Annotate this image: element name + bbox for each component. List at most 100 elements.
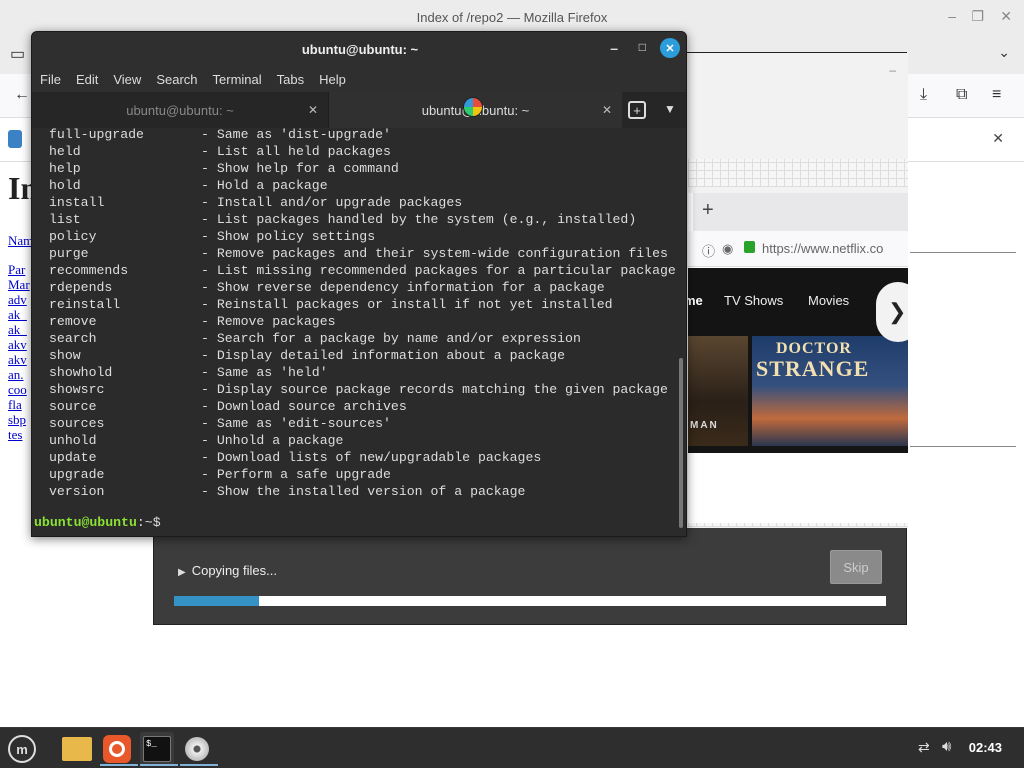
minimize-icon[interactable]: – — [948, 8, 956, 24]
file-link[interactable]: coo — [8, 382, 27, 398]
taskbar: m $_ ⇄ 🔊︎ 02:43 — [0, 727, 1024, 768]
command-name: upgrade — [49, 467, 105, 482]
command-row: show - Display detailed information about… — [49, 347, 565, 364]
menu-button[interactable]: m — [5, 732, 39, 766]
file-link[interactable]: tes — [8, 427, 22, 443]
command-name: recommends — [49, 263, 129, 278]
menu-view[interactable]: View — [113, 72, 141, 87]
terminal-launcher[interactable]: $_ — [140, 732, 178, 766]
file-link[interactable]: ak_ — [8, 307, 27, 323]
file-link[interactable]: fla — [8, 397, 22, 413]
command-name: reinstall — [49, 297, 121, 312]
netflix-page: me TV Shows Movies MAN DOCTOR STRANGE ❯ — [688, 268, 908, 453]
file-link[interactable]: Par — [8, 262, 25, 278]
command-description: - Same as 'edit-sources' — [201, 416, 391, 431]
minimize-icon[interactable]: – — [889, 63, 896, 77]
poster-doctor-strange[interactable]: DOCTOR STRANGE — [752, 336, 908, 446]
terminal-tab-1[interactable]: ubuntu@ubuntu: ~ ✕ — [32, 92, 328, 128]
command-description: - Reinstall packages or install if not y… — [201, 297, 613, 312]
file-link[interactable]: ak_ — [8, 322, 27, 338]
menu-terminal[interactable]: Terminal — [213, 72, 262, 87]
command-description: - Perform a safe upgrade — [201, 467, 391, 482]
close-icon[interactable]: ✕ — [308, 103, 318, 117]
command-description: - Remove packages — [201, 314, 336, 329]
command-name: source — [49, 399, 97, 414]
command-row: reinstall - Reinstall packages or install… — [49, 296, 613, 313]
maximize-icon[interactable]: ❐ — [971, 8, 984, 25]
menu-edit[interactable]: Edit — [76, 72, 98, 87]
menu-search[interactable]: Search — [156, 72, 197, 87]
maximize-icon[interactable]: □ — [639, 40, 646, 54]
clock[interactable]: 02:43 — [969, 740, 1002, 755]
poster-left[interactable]: MAN — [688, 336, 748, 446]
menu-file[interactable]: File — [40, 72, 61, 87]
tab-label: ubuntu@ubuntu: ~ — [126, 102, 234, 118]
terminal-tabbar: ubuntu@ubuntu: ~ ✕ ubuntu@ubuntu: ~ ✕ + … — [32, 92, 686, 128]
installer-launcher[interactable] — [180, 732, 218, 766]
folder-icon — [62, 737, 92, 761]
download-icon[interactable]: ⤓ — [920, 86, 927, 104]
nav-movies[interactable]: Movies — [808, 293, 849, 308]
command-row: upgrade - Perform a safe upgrade — [49, 466, 391, 483]
extensions-icon[interactable]: ⧉ — [956, 86, 967, 104]
firefox-window-title: Index of /repo2 — Mozilla Firefox — [416, 9, 608, 25]
copying-status-label: Copying files... — [191, 563, 277, 578]
command-name: hold — [49, 178, 81, 193]
terminal-icon: $_ — [143, 736, 171, 762]
chevron-down-icon[interactable]: ⌄ — [998, 44, 1010, 61]
command-row: search - Search for a package by name and… — [49, 330, 581, 347]
terminal-tab-2[interactable]: ubuntu@ubuntu: ~ ✕ — [328, 92, 622, 128]
disc-icon — [185, 737, 209, 761]
close-icon[interactable]: ✕ — [602, 103, 612, 117]
volume-icon[interactable]: 🔊︎ — [942, 738, 951, 755]
file-link[interactable]: sbp — [8, 412, 26, 428]
command-name: showsrc — [49, 382, 105, 397]
copying-status[interactable]: ▶ Copying files... — [178, 563, 277, 578]
firefox-launcher[interactable] — [100, 732, 138, 766]
firefox-icon — [103, 735, 131, 763]
tab-list-icon[interactable]: ▭ — [10, 44, 25, 64]
active-indicator — [100, 764, 138, 766]
command-row: install - Install and/or upgrade packages — [49, 194, 462, 211]
expander-triangle-icon[interactable]: ▶ — [178, 567, 186, 578]
menu-tabs[interactable]: Tabs — [277, 72, 304, 87]
command-row: unhold - Unhold a package — [49, 432, 343, 449]
files-launcher[interactable] — [60, 732, 94, 766]
network-icon[interactable]: ⇄ — [918, 739, 930, 756]
menu-icon[interactable]: ≡ — [992, 86, 1001, 104]
minimize-icon[interactable]: – — [610, 40, 618, 56]
carousel-next-button[interactable]: ❯ — [876, 282, 908, 342]
file-link[interactable]: Mar — [8, 277, 30, 293]
file-link[interactable]: akv — [8, 337, 27, 353]
file-link[interactable]: adv — [8, 292, 27, 308]
info-icon — [8, 130, 22, 148]
menu-help[interactable]: Help — [319, 72, 346, 87]
command-description: - Display detailed information about a p… — [201, 348, 566, 363]
shell-prompt[interactable]: ubuntu@ubuntu:~$ — [34, 514, 161, 531]
command-row: hold - Hold a package — [49, 177, 328, 194]
terminal-output[interactable]: full-upgrade - Same as 'dist-upgrade' held… — [32, 127, 686, 536]
command-row: held - List all held packages — [49, 143, 391, 160]
command-description: - Remove packages and their system-wide … — [201, 246, 668, 261]
close-icon[interactable]: ✕ — [992, 130, 1004, 147]
nav-home[interactable]: me — [688, 293, 703, 308]
file-link[interactable]: an. — [8, 367, 24, 383]
column-header-name[interactable]: Nam — [8, 233, 33, 249]
close-icon[interactable]: ✕ — [660, 38, 680, 58]
new-tab-icon[interactable]: + — [628, 101, 646, 119]
divider — [910, 446, 1016, 447]
back-icon[interactable]: ← — [14, 86, 30, 104]
command-description: - Download source archives — [201, 399, 407, 414]
scrollbar[interactable] — [679, 358, 683, 528]
command-name: policy — [49, 229, 97, 244]
command-name: help — [49, 161, 81, 176]
file-link[interactable]: akv — [8, 352, 27, 368]
new-tab-icon[interactable]: + — [702, 199, 714, 222]
close-icon[interactable]: ✕ — [1000, 8, 1012, 25]
command-row: rdepends - Show reverse dependency inform… — [49, 279, 605, 296]
command-description: - Show policy settings — [201, 229, 376, 244]
tab-menu-chevron-icon[interactable]: ▼ — [664, 102, 676, 116]
skip-button[interactable]: Skip — [830, 550, 882, 584]
nav-tv-shows[interactable]: TV Shows — [724, 293, 783, 308]
slideshow-urlbar: ⓘ ◉ https://www.netflix.co — [688, 231, 908, 267]
